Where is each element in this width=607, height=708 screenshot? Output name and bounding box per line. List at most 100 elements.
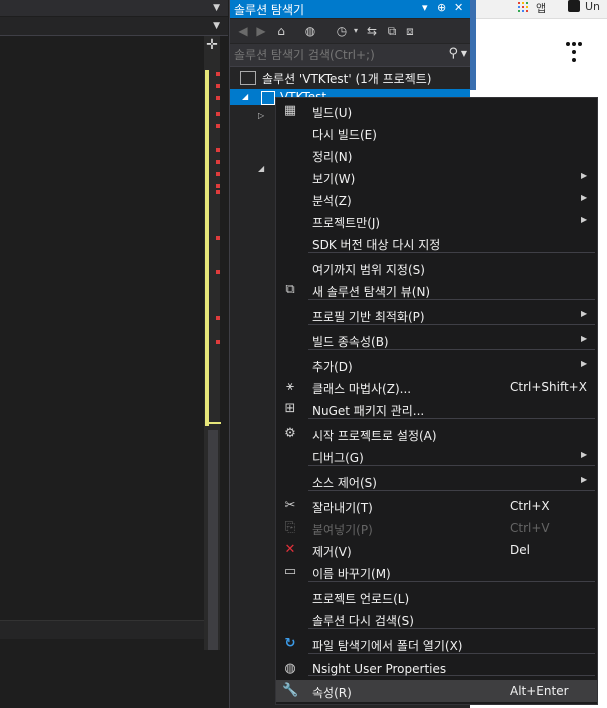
menu-item[interactable]: 프로젝트만(J) ▶ (276, 210, 597, 232)
paste-icon: ⎘ (284, 520, 296, 535)
solution-explorer-titlebar: 솔루션 탐색기 ▾ ⊕ ✕ (230, 0, 470, 18)
menu-item-shortcut: Ctrl+X (510, 499, 550, 513)
menu-item[interactable]: SDK 버전 대상 다시 지정 (276, 232, 597, 254)
menu-item[interactable]: ▭ 이름 바꾸기(M) (276, 561, 597, 583)
chevron-down-icon[interactable]: ▼ (213, 21, 220, 31)
nuget-icon: ⊞ (284, 401, 296, 416)
search-input[interactable] (234, 46, 434, 64)
forward-icon[interactable]: ▶ (253, 23, 269, 39)
menu-item-label: 빌드(U) (312, 106, 353, 120)
menu-item[interactable]: 다시 빌드(E) (276, 122, 597, 144)
solution-explorer-title: 솔루션 탐색기 (234, 3, 305, 17)
split-icon[interactable]: ✛ (205, 38, 219, 52)
back-icon[interactable]: ◀ (235, 23, 251, 39)
home-icon[interactable]: ⌂ (273, 23, 289, 39)
show-all-files-icon[interactable]: ⧈ (402, 23, 418, 39)
error-marker (216, 72, 220, 76)
menu-item-label: 잘라내기(T) (312, 501, 373, 515)
error-marker (216, 84, 220, 88)
menu-item-label: 새 솔루션 탐색기 뷰(N) (312, 285, 431, 299)
chevron-down-icon[interactable]: ▼ (461, 49, 467, 58)
expand-icon[interactable]: ◢ (242, 92, 248, 101)
menu-item[interactable]: ✕ 제거(V) Del (276, 539, 597, 561)
error-marker (216, 148, 220, 152)
solution-explorer-toolbar: ◀ ▶ ⌂ ◍ ◷ ▾ ⇆ ⧉ ⧈ (230, 19, 470, 43)
code-editor[interactable]: ▼ ▼ ✛ (0, 0, 228, 708)
menu-item[interactable]: 디버그(G) ▶ (276, 445, 597, 467)
search-icon[interactable]: ⚲ (448, 46, 458, 61)
menu-item[interactable]: ◍ Nsight User Properties (276, 658, 597, 680)
submenu-arrow-icon: ▶ (581, 359, 588, 368)
solution-icon (240, 71, 256, 85)
menu-item-label: 파일 탐색기에서 폴더 열기(X) (312, 639, 463, 653)
expand-icon[interactable]: ◢ (258, 164, 264, 173)
menu-item[interactable]: 프로젝트 언로드(L) (276, 586, 597, 608)
collapse-all-icon[interactable]: ⧉ (384, 23, 400, 39)
menu-item-label: SDK 버전 대상 다시 지정 (312, 238, 441, 252)
menu-item-shortcut: Ctrl+Shift+X (510, 380, 587, 394)
submenu-arrow-icon: ▶ (581, 215, 588, 224)
window-edge (470, 0, 476, 90)
menu-item[interactable]: ▦ 빌드(U) (276, 100, 597, 122)
menu-item[interactable]: 보기(W) ▶ (276, 166, 597, 188)
menu-item[interactable]: ⊞ NuGet 패키지 관리... (276, 398, 597, 420)
menu-item-label: 다시 빌드(E) (312, 128, 377, 142)
change-marker (205, 70, 209, 426)
chevron-down-icon[interactable]: ▾ (348, 23, 364, 39)
menu-item[interactable]: 여기까지 범위 지정(S) (276, 257, 597, 279)
pin-icon[interactable]: ⊕ (437, 1, 446, 14)
project-icon (261, 91, 275, 105)
more-options-icon[interactable] (566, 42, 582, 72)
collapse-arrow-icon[interactable]: ▷ (258, 111, 264, 120)
menu-item-shortcut: Alt+Enter (510, 684, 569, 698)
error-marker (216, 270, 220, 274)
menu-item-label: 소스 제어(S) (312, 476, 377, 490)
gear-icon: ⚙ (284, 426, 296, 441)
menu-item[interactable]: 프로필 기반 최적화(P) ▶ (276, 304, 597, 326)
menu-item-label: 제거(V) (312, 545, 352, 559)
bookmark-icon[interactable] (568, 0, 580, 12)
dropdown-icon[interactable]: ▾ (422, 1, 428, 14)
menu-item[interactable]: ↻ 파일 탐색기에서 폴더 열기(X) (276, 633, 597, 655)
editor-navigation-bar: ▼ (0, 17, 228, 36)
menu-item-shortcut: Ctrl+V (510, 521, 550, 535)
menu-item[interactable]: 솔루션 다시 검색(S) (276, 608, 597, 630)
scissors-icon: ✂ (284, 498, 296, 513)
scroll-thumb[interactable] (208, 430, 218, 650)
apps-label[interactable]: 앱 (536, 0, 546, 16)
chevron-down-icon[interactable]: ▼ (213, 3, 220, 13)
close-icon[interactable]: ✕ (454, 1, 463, 14)
menu-item[interactable]: 소스 제어(S) ▶ (276, 470, 597, 492)
tree-item-solution[interactable]: 솔루션 'VTKTest' (1개 프로젝트) (240, 70, 431, 88)
menu-item[interactable]: ⧉ 새 솔루션 탐색기 뷰(N) (276, 279, 597, 301)
menu-item[interactable]: 빌드 종속성(B) ▶ (276, 329, 597, 351)
solution-label: 솔루션 'VTKTest' (1개 프로젝트) (262, 72, 432, 86)
switch-views-icon[interactable]: ◍ (302, 23, 318, 39)
menu-item[interactable]: ⚙ 시작 프로젝트로 설정(A) (276, 423, 597, 445)
apps-icon[interactable] (518, 2, 528, 12)
menu-item[interactable]: 정리(N) (276, 144, 597, 166)
build-icon: ▦ (283, 103, 297, 118)
menu-item-label: 추가(D) (312, 360, 353, 374)
sync-icon[interactable]: ⇆ (364, 23, 380, 39)
caret-marker (205, 422, 221, 424)
error-marker (216, 112, 220, 116)
menu-item[interactable]: 분석(Z) ▶ (276, 188, 597, 210)
error-marker (216, 316, 220, 320)
menu-item-label: NuGet 패키지 관리... (312, 404, 425, 418)
menu-item[interactable]: 🔧 속성(R) Alt+Enter (276, 680, 597, 702)
menu-item-label: 디버그(G) (312, 451, 364, 465)
bookmark-label[interactable]: Un (585, 0, 600, 13)
submenu-arrow-icon: ▶ (581, 334, 588, 343)
menu-item-label: 클래스 마법사(Z)... (312, 382, 412, 396)
submenu-arrow-icon: ▶ (581, 475, 588, 484)
menu-item[interactable]: ⚹ 클래스 마법사(Z)... Ctrl+Shift+X (276, 376, 597, 398)
menu-item[interactable]: ✂ 잘라내기(T) Ctrl+X (276, 495, 597, 517)
menu-item-label: 시작 프로젝트로 설정(A) (312, 429, 437, 443)
remove-icon: ✕ (284, 542, 296, 557)
menu-item-label: Nsight User Properties (312, 662, 447, 676)
submenu-arrow-icon: ▶ (581, 193, 588, 202)
menu-item-label: 분석(Z) (312, 194, 352, 208)
menu-item[interactable]: 추가(D) ▶ (276, 354, 597, 376)
error-marker (216, 96, 220, 100)
